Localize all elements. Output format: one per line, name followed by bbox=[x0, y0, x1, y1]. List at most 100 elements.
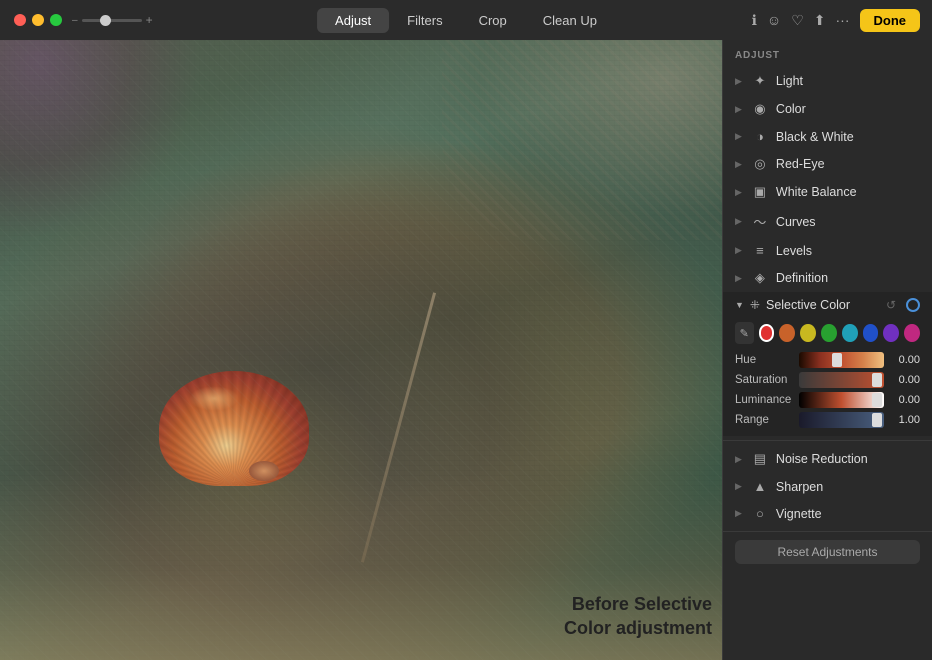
red-eye-icon: ◎ bbox=[752, 156, 768, 172]
reset-adjustments-button[interactable]: Reset Adjustments bbox=[735, 540, 920, 564]
white-balance-label: White Balance bbox=[776, 185, 920, 199]
chevron-right-icon: ▶ bbox=[735, 131, 742, 142]
swatch-purple[interactable] bbox=[883, 324, 899, 342]
range-slider[interactable] bbox=[799, 412, 884, 428]
tab-cleanup[interactable]: Clean Up bbox=[525, 8, 615, 33]
tab-adjust[interactable]: Adjust bbox=[317, 8, 389, 33]
maximize-button[interactable] bbox=[50, 14, 62, 26]
tab-filters[interactable]: Filters bbox=[389, 8, 460, 33]
zoom-thumb[interactable] bbox=[100, 15, 111, 26]
luminance-value: 0.00 bbox=[890, 394, 920, 406]
done-button[interactable]: Done bbox=[860, 9, 921, 32]
swatch-cyan[interactable] bbox=[842, 324, 858, 342]
black-white-label: Black & White bbox=[776, 130, 920, 144]
swatch-yellow[interactable] bbox=[800, 324, 816, 342]
adjust-item-sharpen[interactable]: ▶ ▲ Sharpen bbox=[723, 473, 932, 500]
share-icon[interactable]: ⬆ bbox=[814, 12, 826, 29]
photo-area bbox=[0, 40, 722, 660]
range-handle[interactable] bbox=[872, 413, 882, 427]
hue-label: Hue bbox=[735, 354, 793, 366]
swatch-green[interactable] bbox=[821, 324, 837, 342]
selective-color-header[interactable]: ▼ ⁜ Selective Color ↺ bbox=[723, 292, 932, 318]
divider-2 bbox=[723, 531, 932, 532]
color-icon: ◉ bbox=[752, 101, 768, 117]
eyedropper-button[interactable]: ✎ bbox=[735, 322, 754, 344]
range-value: 1.00 bbox=[890, 414, 920, 426]
chevron-right-icon: ▶ bbox=[735, 104, 742, 115]
chevron-right-icon: ▶ bbox=[735, 159, 742, 170]
adjust-item-light[interactable]: ▶ ✦ Light bbox=[723, 67, 932, 95]
titlebar: – + Adjust Filters Crop Clean Up ℹ ☺ ♡ ⬆… bbox=[0, 0, 932, 40]
hue-handle[interactable] bbox=[832, 353, 842, 367]
swatch-orange[interactable] bbox=[779, 324, 795, 342]
adjust-item-vignette[interactable]: ▶ ○ Vignette bbox=[723, 500, 932, 527]
adjust-item-curves[interactable]: ▶ 〜 Curves bbox=[723, 206, 932, 237]
adjust-item-white-balance[interactable]: ▶ ▣ White Balance bbox=[723, 178, 932, 206]
zoom-plus-icon: + bbox=[146, 13, 153, 27]
shell bbox=[159, 371, 309, 486]
saturation-slider[interactable] bbox=[799, 372, 884, 388]
noise-reduction-icon: ▤ bbox=[752, 451, 768, 467]
hue-row: Hue 0.00 bbox=[723, 350, 932, 370]
black-white-icon: ◑ bbox=[752, 129, 768, 144]
hue-slider[interactable] bbox=[799, 352, 884, 368]
chevron-right-icon: ▶ bbox=[735, 481, 742, 492]
selective-color-label: Selective Color bbox=[766, 298, 880, 312]
luminance-label: Luminance bbox=[735, 394, 793, 406]
adjust-item-noise-reduction[interactable]: ▶ ▤ Noise Reduction bbox=[723, 445, 932, 473]
saturation-value: 0.00 bbox=[890, 374, 920, 386]
tab-crop[interactable]: Crop bbox=[461, 8, 525, 33]
chevron-right-icon: ▶ bbox=[735, 187, 742, 198]
luminance-handle[interactable] bbox=[872, 393, 882, 407]
color-swatches: ✎ bbox=[723, 318, 932, 350]
saturation-label: Saturation bbox=[735, 374, 793, 386]
adjust-item-red-eye[interactable]: ▶ ◎ Red-Eye bbox=[723, 150, 932, 178]
light-label: Light bbox=[776, 74, 920, 88]
chevron-right-icon: ▶ bbox=[735, 76, 742, 87]
sharpen-icon: ▲ bbox=[752, 479, 768, 494]
right-panel: ADJUST ▶ ✦ Light ▶ ◉ Color ▶ ◑ Black & W… bbox=[722, 40, 932, 660]
zoom-track[interactable] bbox=[82, 19, 142, 22]
sc-icon: ⁜ bbox=[750, 298, 760, 312]
adjust-item-black-white[interactable]: ▶ ◑ Black & White bbox=[723, 123, 932, 150]
white-balance-icon: ▣ bbox=[752, 184, 768, 200]
light-icon: ✦ bbox=[752, 73, 768, 89]
chevron-right-icon: ▶ bbox=[735, 454, 742, 465]
zoom-slider[interactable]: – + bbox=[72, 13, 153, 27]
adjust-item-color[interactable]: ▶ ◉ Color bbox=[723, 95, 932, 123]
levels-icon: ≡ bbox=[752, 243, 768, 258]
saturation-row: Saturation 0.00 bbox=[723, 370, 932, 390]
sc-chevron-down-icon: ▼ bbox=[735, 300, 744, 310]
more-icon[interactable]: ··· bbox=[836, 12, 850, 28]
adjust-item-definition[interactable]: ▶ ◈ Definition bbox=[723, 264, 932, 292]
photo-background bbox=[0, 40, 722, 660]
hue-value: 0.00 bbox=[890, 354, 920, 366]
nav-tabs: Adjust Filters Crop Clean Up bbox=[317, 8, 615, 33]
curves-label: Curves bbox=[776, 215, 920, 229]
chevron-right-icon: ▶ bbox=[735, 508, 742, 519]
sc-toggle-circle[interactable] bbox=[906, 298, 920, 312]
zoom-minus-icon: – bbox=[72, 15, 78, 26]
color-label: Color bbox=[776, 102, 920, 116]
luminance-slider[interactable] bbox=[799, 392, 884, 408]
chevron-right-icon: ▶ bbox=[735, 273, 742, 284]
heart-icon[interactable]: ♡ bbox=[791, 12, 804, 29]
swatch-red[interactable] bbox=[759, 324, 775, 342]
info-icon[interactable]: ℹ bbox=[752, 12, 757, 29]
chevron-right-icon: ▶ bbox=[735, 216, 742, 227]
sc-reset-icon[interactable]: ↺ bbox=[886, 298, 896, 312]
swatch-magenta[interactable] bbox=[904, 324, 920, 342]
panel-header: ADJUST bbox=[723, 40, 932, 67]
noise-reduction-label: Noise Reduction bbox=[776, 452, 920, 466]
vignette-label: Vignette bbox=[776, 507, 920, 521]
toolbar-right: ℹ ☺ ♡ ⬆ ··· Done bbox=[752, 9, 920, 32]
chevron-right-icon: ▶ bbox=[735, 245, 742, 256]
saturation-handle[interactable] bbox=[872, 373, 882, 387]
close-button[interactable] bbox=[14, 14, 26, 26]
swatch-blue[interactable] bbox=[863, 324, 879, 342]
emoji-icon[interactable]: ☺ bbox=[767, 12, 781, 28]
minimize-button[interactable] bbox=[32, 14, 44, 26]
definition-label: Definition bbox=[776, 271, 920, 285]
adjust-item-levels[interactable]: ▶ ≡ Levels bbox=[723, 237, 932, 264]
range-label: Range bbox=[735, 414, 793, 426]
